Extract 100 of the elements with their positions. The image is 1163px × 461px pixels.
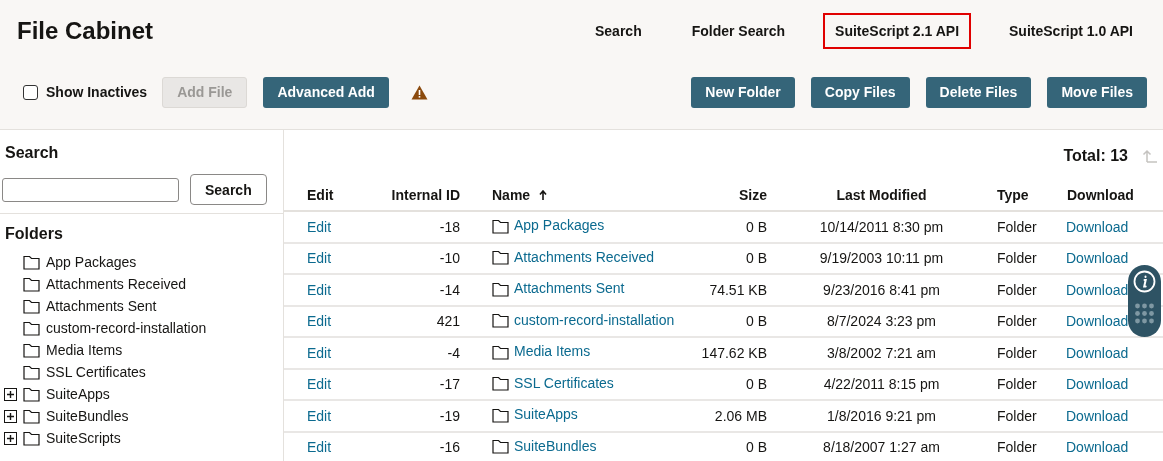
edit-link[interactable]: Edit (307, 281, 332, 298)
folder-icon (492, 344, 509, 360)
download-link[interactable]: Download (1066, 313, 1129, 330)
folder-icon (23, 298, 40, 314)
table-cell: 3/8/2002 7:21 am (827, 344, 936, 361)
folder-icon (23, 342, 40, 358)
edit-link[interactable]: Edit (307, 250, 332, 267)
table-cell: -17 (439, 376, 460, 393)
folder-item[interactable]: SuiteApps (46, 386, 110, 402)
table-cell: 9/19/2003 10:11 pm (819, 250, 944, 267)
download-link[interactable]: Download (1066, 344, 1129, 361)
folder-link[interactable]: Attachments Sent (514, 280, 625, 297)
search-button[interactable]: Search (190, 174, 267, 205)
table-cell: 0 B (746, 218, 767, 235)
action-button[interactable]: Delete Files (925, 76, 1032, 108)
expand-icon[interactable] (4, 387, 17, 401)
folder-item[interactable]: SuiteBundles (46, 408, 129, 424)
nav-link[interactable]: SuiteScript 1.0 API (997, 13, 1145, 49)
edit-link[interactable]: Edit (307, 407, 332, 424)
action-button[interactable]: New Folder (691, 76, 795, 108)
folder-link[interactable]: custom-record-installation (514, 311, 675, 328)
folder-item[interactable]: Attachments Received (46, 276, 187, 292)
folder-link[interactable]: SSL Certificates (514, 374, 614, 391)
sort-arrow-icon (539, 190, 548, 200)
folder-item[interactable]: SuiteScripts (46, 430, 121, 446)
folder-link[interactable]: SuiteApps (514, 406, 578, 423)
checkbox[interactable] (23, 84, 38, 100)
expand-icon[interactable] (4, 431, 17, 445)
column-header[interactable]: Internal ID (391, 187, 460, 203)
folder-item[interactable]: SSL Certificates (46, 364, 146, 380)
column-header[interactable]: Name (492, 187, 531, 203)
folder-item[interactable]: Attachments Sent (46, 298, 157, 314)
column-header[interactable]: Type (997, 187, 1029, 203)
column-header[interactable]: Size (739, 187, 767, 203)
warning-icon (410, 84, 428, 100)
table-cell: Folder (997, 439, 1037, 456)
table-cell: -4 (447, 344, 460, 361)
table-cell: -10 (439, 250, 460, 267)
table-cell: Folder (997, 344, 1037, 361)
table-cell: Folder (997, 281, 1037, 298)
edit-link[interactable]: Edit (307, 439, 332, 456)
table-cell: 4/22/2011 8:15 pm (823, 376, 940, 393)
column-header[interactable]: Edit (307, 187, 334, 203)
download-link[interactable]: Download (1066, 250, 1129, 267)
table-cell: 421 (436, 313, 460, 330)
folder-icon (492, 376, 509, 392)
table-cell: 0 B (746, 313, 767, 330)
nav-link[interactable]: Search (583, 13, 654, 49)
folder-icon (492, 250, 509, 266)
folder-icon (492, 313, 509, 329)
folder-link[interactable]: App Packages (514, 217, 605, 234)
folder-icon (492, 218, 509, 234)
table-cell: 1/8/2016 9:21 pm (827, 407, 936, 424)
action-button[interactable]: Advanced Add (263, 76, 389, 108)
folder-item[interactable]: custom-record-installation (46, 320, 207, 336)
table-cell: Folder (997, 250, 1037, 267)
table-cell: Folder (997, 407, 1037, 424)
folder-icon (492, 439, 509, 455)
edit-link[interactable]: Edit (307, 218, 332, 235)
folder-icon (23, 254, 40, 270)
table-cell: 74.51 KB (709, 281, 767, 298)
folder-link[interactable]: Attachments Received (514, 248, 655, 265)
edit-link[interactable]: Edit (307, 376, 332, 393)
folder-item[interactable]: Media Items (46, 342, 123, 358)
folder-icon (23, 276, 40, 292)
edit-link[interactable]: Edit (307, 344, 332, 361)
table-cell: 8/7/2024 3:23 pm (827, 313, 936, 330)
folder-link[interactable]: SuiteBundles (514, 437, 597, 454)
download-link[interactable]: Download (1066, 281, 1129, 298)
folder-icon (23, 386, 40, 402)
nav-link[interactable]: Folder Search (679, 13, 798, 49)
search-heading: Search (4, 143, 60, 162)
folder-icon (23, 408, 40, 424)
action-button[interactable]: Copy Files (810, 76, 910, 108)
nav-link[interactable]: SuiteScript 2.1 API (823, 13, 972, 49)
action-button[interactable]: Move Files (1047, 76, 1147, 108)
table-cell: Folder (997, 313, 1037, 330)
download-link[interactable]: Download (1066, 439, 1129, 456)
folder-icon (23, 320, 40, 336)
download-link[interactable]: Download (1066, 218, 1129, 235)
table-cell: -18 (439, 218, 460, 235)
search-field[interactable] (2, 177, 179, 202)
column-header[interactable]: Last Modified (836, 187, 927, 203)
table-cell: Folder (997, 376, 1037, 393)
edit-link[interactable]: Edit (307, 313, 332, 330)
download-link[interactable]: Download (1066, 376, 1129, 393)
table-cell: Folder (997, 218, 1037, 235)
table-cell: -16 (439, 439, 460, 456)
folder-icon (492, 407, 509, 423)
expand-icon[interactable] (4, 409, 17, 423)
table-cell: -14 (439, 281, 460, 298)
column-header[interactable]: Download (1067, 187, 1134, 203)
table-cell: 0 B (746, 376, 767, 393)
folder-icon (23, 364, 40, 380)
help-widget-icon[interactable] (1128, 265, 1161, 337)
download-link[interactable]: Download (1066, 407, 1129, 424)
table-cell: 9/23/2016 8:41 pm (823, 281, 940, 298)
folder-item[interactable]: App Packages (46, 254, 137, 270)
folder-link[interactable]: Media Items (514, 343, 591, 360)
folders-heading: Folders (4, 224, 64, 243)
